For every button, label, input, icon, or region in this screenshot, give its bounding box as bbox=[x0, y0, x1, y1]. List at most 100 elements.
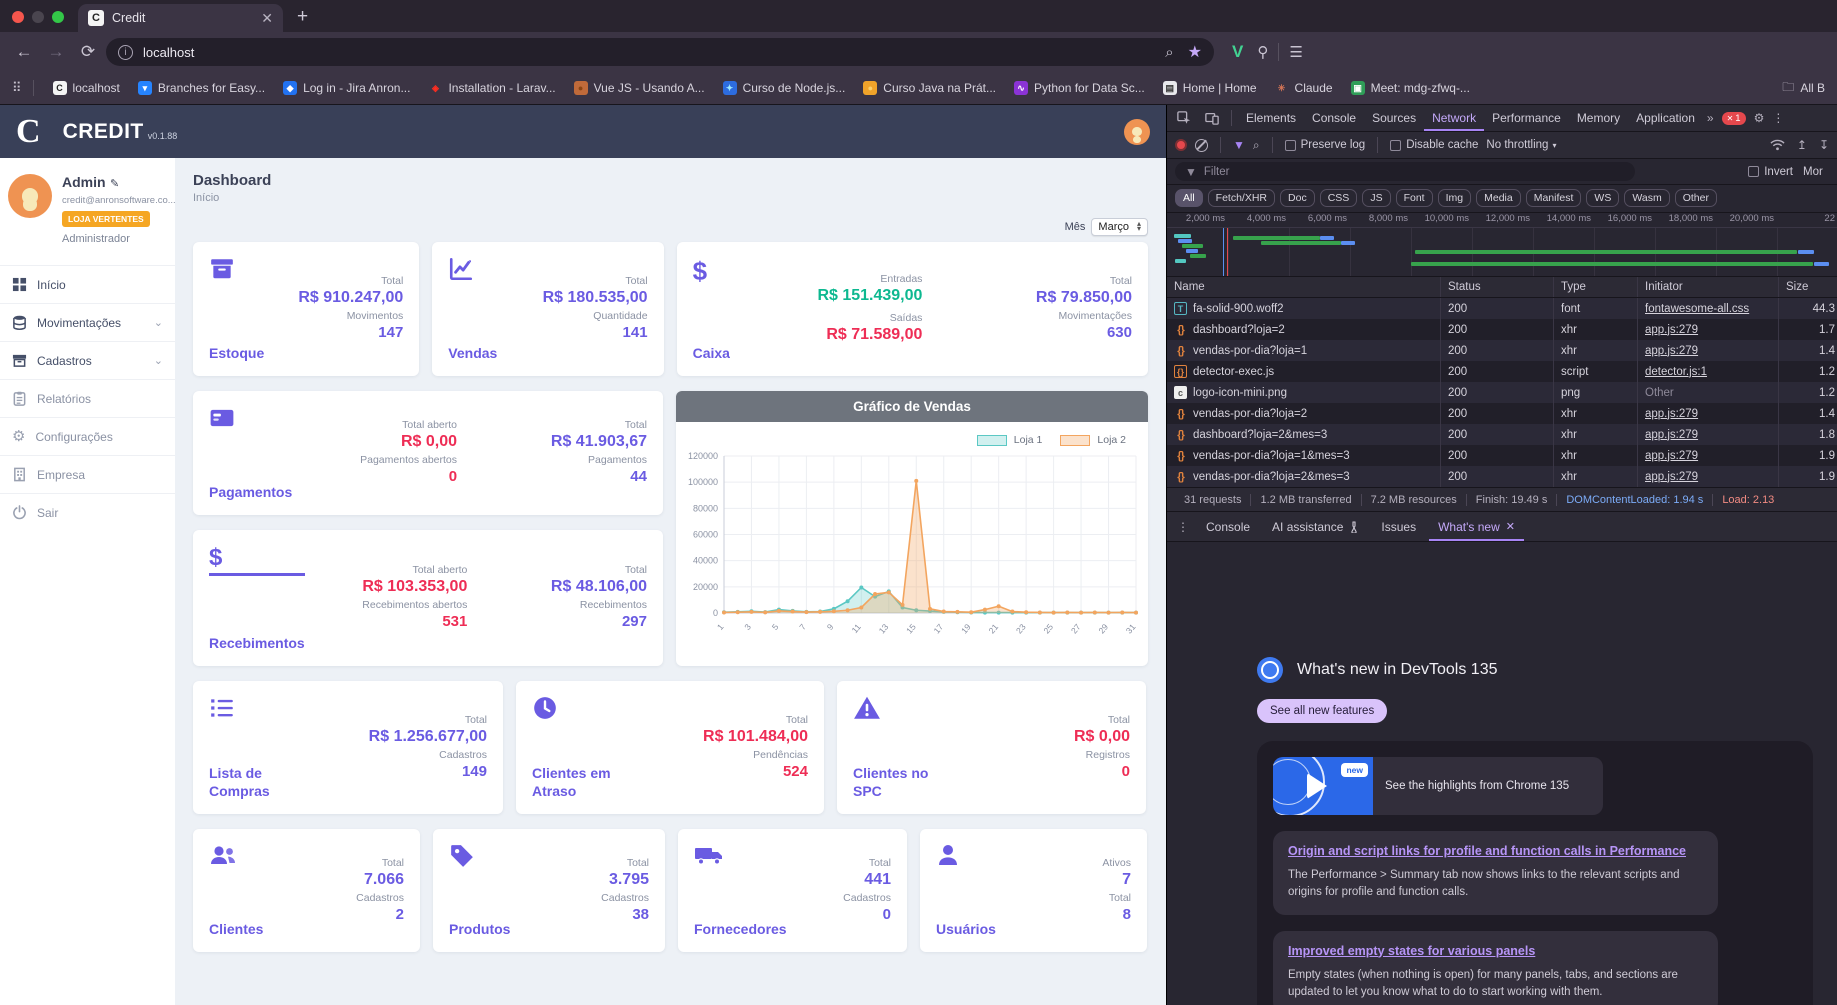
drawer-tab-console[interactable]: Console bbox=[1197, 513, 1259, 541]
table-row[interactable]: c logo-icon-mini.png 200 png Other 1.2 bbox=[1167, 382, 1837, 403]
sidebar-item-cadastros[interactable]: Cadastros ⌄ bbox=[0, 341, 175, 379]
error-count-badge[interactable]: ✕ 1 bbox=[1721, 111, 1746, 125]
filter-funnel-icon[interactable]: ▼ bbox=[1233, 138, 1245, 152]
edit-profile-icon[interactable]: ✎ bbox=[110, 178, 119, 190]
network-overview-timeline[interactable]: 2,000 ms 4,000 ms 6,000 ms 8,000 ms 10,000 m… bbox=[1167, 213, 1837, 277]
initiator-link[interactable]: app.js:279 bbox=[1645, 429, 1698, 441]
table-row[interactable]: {} dashboard?loja=2 200 xhr app.js:279 1.7 bbox=[1167, 319, 1837, 340]
filter-chip-media[interactable]: Media bbox=[1476, 189, 1521, 207]
table-row[interactable]: Tfa-solid-900.woff2 200 font fontawesome-al… bbox=[1167, 298, 1837, 319]
forward-icon[interactable]: → bbox=[42, 38, 70, 66]
extensions-icon[interactable]: ⚲ bbox=[1257, 43, 1268, 61]
more-tabs-icon[interactable]: » bbox=[1707, 111, 1714, 125]
bookmark-item[interactable]: Clocalhost bbox=[44, 77, 129, 99]
initiator-link[interactable]: detector.js:1 bbox=[1645, 366, 1707, 378]
drawer-tab-whats-new[interactable]: What's new ✕ bbox=[1429, 513, 1524, 541]
table-row[interactable]: {} dashboard?loja=2&mes=3 200 xhr app.js:279… bbox=[1167, 424, 1837, 445]
initiator-link[interactable]: app.js:279 bbox=[1645, 408, 1698, 420]
minimize-window-button[interactable] bbox=[32, 11, 44, 23]
filter-chip-fetch/xhr[interactable]: Fetch/XHR bbox=[1207, 189, 1276, 207]
video-thumbnail[interactable]: new bbox=[1273, 757, 1373, 815]
browser-menu-icon[interactable]: ☰ bbox=[1289, 43, 1302, 61]
sidebar-item-relatorios[interactable]: Relatórios bbox=[0, 379, 175, 417]
bookmark-star-icon[interactable]: ★ bbox=[1188, 42, 1202, 62]
table-row[interactable]: {} vendas-por-dia?loja=1&mes=3 200 xhr app.j… bbox=[1167, 445, 1837, 466]
drawer-menu-icon[interactable]: ⋮ bbox=[1177, 520, 1189, 534]
filter-chip-img[interactable]: Img bbox=[1437, 189, 1472, 207]
see-all-features-button[interactable]: See all new features bbox=[1257, 699, 1388, 723]
address-bar[interactable]: i localhost ⌕ ★ bbox=[106, 38, 1214, 66]
bookmark-item[interactable]: ◈ Installation - Larav... bbox=[419, 77, 564, 99]
filter-chip-manifest[interactable]: Manifest bbox=[1525, 189, 1582, 207]
reload-icon[interactable]: ⟳ bbox=[74, 38, 102, 66]
devtools-tab-sources[interactable]: Sources bbox=[1364, 106, 1424, 131]
zoom-window-button[interactable] bbox=[52, 11, 64, 23]
filter-chip-wasm[interactable]: Wasm bbox=[1624, 189, 1670, 207]
back-icon[interactable]: ← bbox=[10, 38, 38, 66]
bookmark-item[interactable]: ● Curso Java na Prát... bbox=[854, 77, 1005, 99]
filter-chip-other[interactable]: Other bbox=[1674, 189, 1717, 207]
drawer-tab-ai-assistance[interactable]: AI assistance bbox=[1263, 513, 1368, 541]
invert-checkbox[interactable]: Invert bbox=[1748, 166, 1793, 178]
table-header[interactable]: Name Status Type Initiator Size bbox=[1167, 277, 1837, 298]
section-heading-link[interactable]: Improved empty states for various panels bbox=[1288, 944, 1703, 958]
initiator-link[interactable]: app.js:279 bbox=[1645, 471, 1698, 483]
window-controls[interactable] bbox=[0, 11, 78, 32]
sidebar-item-movimentacoes[interactable]: Movimentações ⌄ bbox=[0, 303, 175, 341]
bookmark-item[interactable]: ▣ Meet: mdg-zfwq-... bbox=[1342, 77, 1479, 99]
devtools-menu-icon[interactable]: ⋮ bbox=[1772, 111, 1784, 125]
close-tab-icon[interactable]: ✕ bbox=[261, 10, 273, 27]
devtools-tab-elements[interactable]: Elements bbox=[1238, 106, 1304, 131]
filter-chip-js[interactable]: JS bbox=[1362, 189, 1391, 207]
bookmark-item[interactable]: ◆ Log in - Jira Anron... bbox=[274, 77, 419, 99]
section-heading-link[interactable]: Origin and script links for profile and … bbox=[1288, 844, 1703, 858]
bookmark-item[interactable]: ▤ Home | Home bbox=[1154, 77, 1266, 99]
vue-devtools-extension-icon[interactable]: V bbox=[1232, 42, 1243, 62]
network-conditions-icon[interactable] bbox=[1770, 139, 1785, 151]
initiator-link[interactable]: app.js:279 bbox=[1645, 324, 1698, 336]
browser-tab[interactable]: C Credit ✕ bbox=[78, 4, 283, 32]
bookmark-item[interactable]: ▾ Branches for Easy... bbox=[129, 77, 274, 99]
devtools-tab-network[interactable]: Network bbox=[1424, 106, 1484, 131]
table-row[interactable]: {} detector-exec.js 200 script detector.js:1… bbox=[1167, 361, 1837, 382]
devtools-settings-icon[interactable]: ⚙ bbox=[1754, 111, 1765, 125]
filter-input[interactable]: ▼ Filter bbox=[1175, 162, 1635, 181]
all-bookmarks-button[interactable]: 🗀 All B bbox=[1782, 78, 1825, 99]
table-row[interactable]: {} vendas-por-dia?loja=2 200 xhr app.js:279 1… bbox=[1167, 403, 1837, 424]
filter-chip-font[interactable]: Font bbox=[1395, 189, 1433, 207]
more-filters-label[interactable]: Mor bbox=[1803, 166, 1829, 178]
initiator-link[interactable]: app.js:279 bbox=[1645, 450, 1698, 462]
bookmark-item[interactable]: ∿ Python for Data Sc... bbox=[1005, 77, 1154, 99]
bookmark-item[interactable]: ✦ Curso de Node.js... bbox=[714, 77, 855, 99]
header-avatar[interactable] bbox=[1124, 118, 1150, 145]
devtools-tab-console[interactable]: Console bbox=[1304, 106, 1364, 131]
preserve-log-checkbox[interactable]: Preserve log bbox=[1284, 139, 1365, 151]
export-har-icon[interactable]: ↧ bbox=[1819, 138, 1829, 152]
filter-chip-css[interactable]: CSS bbox=[1319, 189, 1358, 207]
import-har-icon[interactable]: ↥ bbox=[1797, 138, 1807, 152]
close-drawer-tab-icon[interactable]: ✕ bbox=[1506, 520, 1515, 533]
bookmark-item[interactable]: ● Vue JS - Usando A... bbox=[565, 77, 714, 99]
site-info-icon[interactable]: i bbox=[118, 44, 133, 60]
devtools-tab-application[interactable]: Application bbox=[1628, 106, 1703, 131]
device-toolbar-icon[interactable] bbox=[1199, 111, 1225, 125]
bookmark-item[interactable]: ✳ Claude bbox=[1266, 77, 1342, 99]
record-network-icon[interactable] bbox=[1175, 139, 1187, 151]
close-window-button[interactable] bbox=[12, 11, 24, 23]
zoom-page-icon[interactable]: ⌕ bbox=[1165, 44, 1173, 61]
initiator-link[interactable]: fontawesome-all.css bbox=[1645, 303, 1749, 315]
apps-grid-icon[interactable]: ⠿ bbox=[12, 80, 23, 96]
sidebar-item-empresa[interactable]: Empresa bbox=[0, 455, 175, 493]
devtools-tab-performance[interactable]: Performance bbox=[1484, 106, 1569, 131]
sidebar-item-configuracoes[interactable]: ⚙ Configurações bbox=[0, 417, 175, 455]
filter-chip-ws[interactable]: WS bbox=[1586, 189, 1620, 207]
highlight-video-card[interactable]: new See the highlights from Chrome 135 bbox=[1273, 757, 1603, 815]
devtools-tab-memory[interactable]: Memory bbox=[1569, 106, 1628, 131]
inspect-element-icon[interactable] bbox=[1171, 111, 1197, 125]
table-row[interactable]: {} vendas-por-dia?loja=2&mes=3 200 xhr app.j… bbox=[1167, 466, 1837, 487]
clear-network-icon[interactable] bbox=[1195, 138, 1208, 152]
filter-chip-all[interactable]: All bbox=[1175, 189, 1203, 207]
search-network-icon[interactable]: ⌕ bbox=[1253, 138, 1260, 153]
throttling-select[interactable]: No throttling ▾ bbox=[1486, 139, 1556, 151]
sidebar-item-inicio[interactable]: Início bbox=[0, 265, 175, 303]
